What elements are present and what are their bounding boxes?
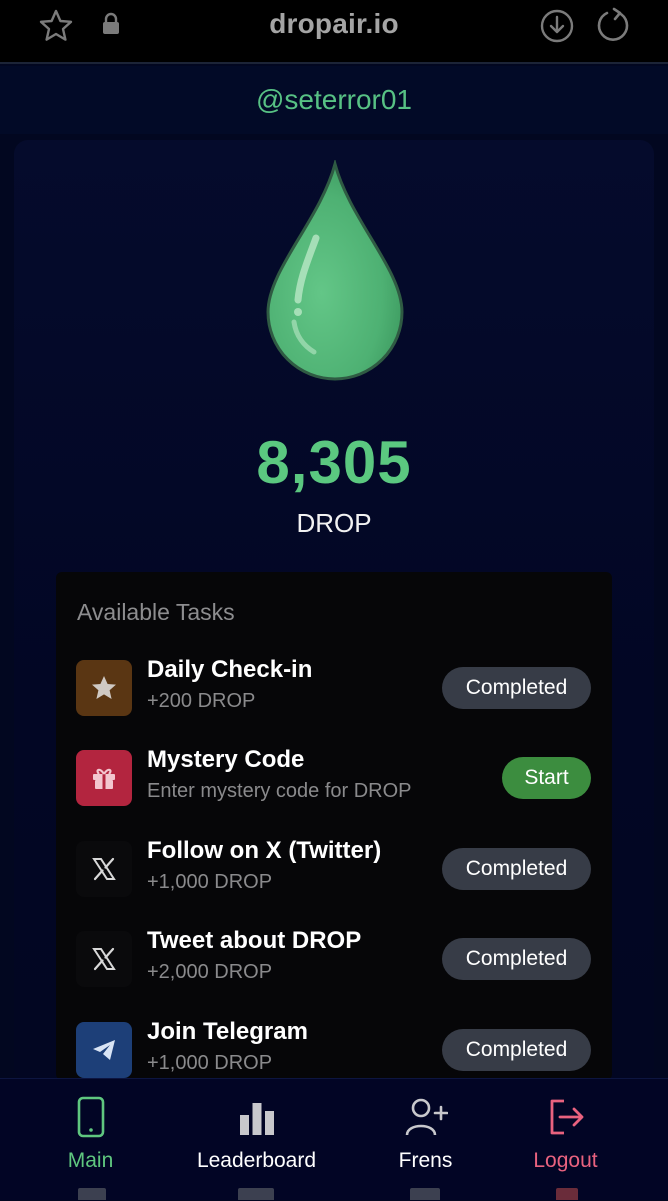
reload-icon[interactable] (595, 6, 631, 44)
task-icon-badge (76, 660, 132, 716)
task-reward: +2,000 DROP (147, 961, 273, 983)
nav-item-leaderboard[interactable]: Leaderboard (173, 1079, 340, 1201)
balance-amount: 8,305 (256, 429, 412, 496)
task-reward: +1,000 DROP (147, 871, 273, 893)
completed-button[interactable]: Completed (442, 1029, 591, 1071)
task-row-tweet-drop: Tweet about DROP +2,000 DROP Completed (56, 927, 612, 1011)
tasks-title: Available Tasks (77, 599, 235, 625)
task-name: Join Telegram (147, 1018, 308, 1045)
task-row-daily-checkin: Daily Check-in +200 DROP Completed (56, 656, 612, 740)
task-row-join-telegram: Join Telegram +1,000 DROP Completed (56, 1018, 612, 1080)
task-name: Follow on X (Twitter) (147, 837, 382, 864)
download-icon[interactable] (539, 8, 575, 44)
username-label: @seterror01 (0, 66, 668, 134)
balance-currency: DROP (296, 508, 372, 538)
peek-shape (556, 1188, 578, 1200)
task-icon-badge (76, 841, 132, 897)
task-icon-badge (76, 750, 132, 806)
task-reward: +1,000 DROP (147, 1052, 273, 1074)
completed-button[interactable]: Completed (442, 848, 591, 890)
nav-label-main: Main (67, 1149, 114, 1172)
nav-label-logout: Logout (533, 1149, 598, 1172)
telegram-icon (93, 1040, 115, 1060)
completed-button[interactable]: Completed (442, 667, 591, 709)
x-logo-icon (92, 947, 116, 971)
task-row-mystery-code: Mystery Code Enter mystery code for DROP… (56, 746, 612, 830)
browser-toolbar: dropair.io (0, 0, 668, 64)
start-button[interactable]: Start (502, 757, 591, 799)
drop-logo-icon (266, 160, 404, 381)
task-icon-badge (76, 931, 132, 987)
task-row-follow-x: Follow on X (Twitter) +1,000 DROP Comple… (56, 837, 612, 921)
bottom-nav: Main Leaderboard Frens Logout (0, 1078, 668, 1200)
phone-icon (77, 1096, 104, 1138)
x-logo-icon (92, 857, 116, 881)
user-plus-icon (405, 1098, 448, 1136)
task-name: Tweet about DROP (147, 927, 362, 954)
tasks-card: Available Tasks Daily Check-in +200 DROP… (56, 572, 612, 1080)
peek-shape (238, 1188, 274, 1200)
completed-button[interactable]: Completed (442, 938, 591, 980)
logout-icon (550, 1099, 583, 1135)
star-icon (92, 676, 116, 699)
task-reward: +200 DROP (147, 690, 256, 712)
task-name: Mystery Code (147, 746, 305, 773)
peek-shape (410, 1188, 440, 1200)
task-reward: Enter mystery code for DROP (147, 780, 412, 802)
task-name: Daily Check-in (147, 656, 313, 683)
bar-chart-icon (239, 1103, 274, 1135)
nav-item-logout[interactable]: Logout (482, 1079, 649, 1201)
peek-shape (78, 1188, 106, 1200)
nav-label-leaderboard: Leaderboard (196, 1149, 317, 1172)
gift-icon (93, 768, 115, 789)
nav-peek-strip (0, 1188, 668, 1200)
task-icon-badge (76, 1022, 132, 1078)
nav-item-main[interactable]: Main (7, 1079, 174, 1201)
